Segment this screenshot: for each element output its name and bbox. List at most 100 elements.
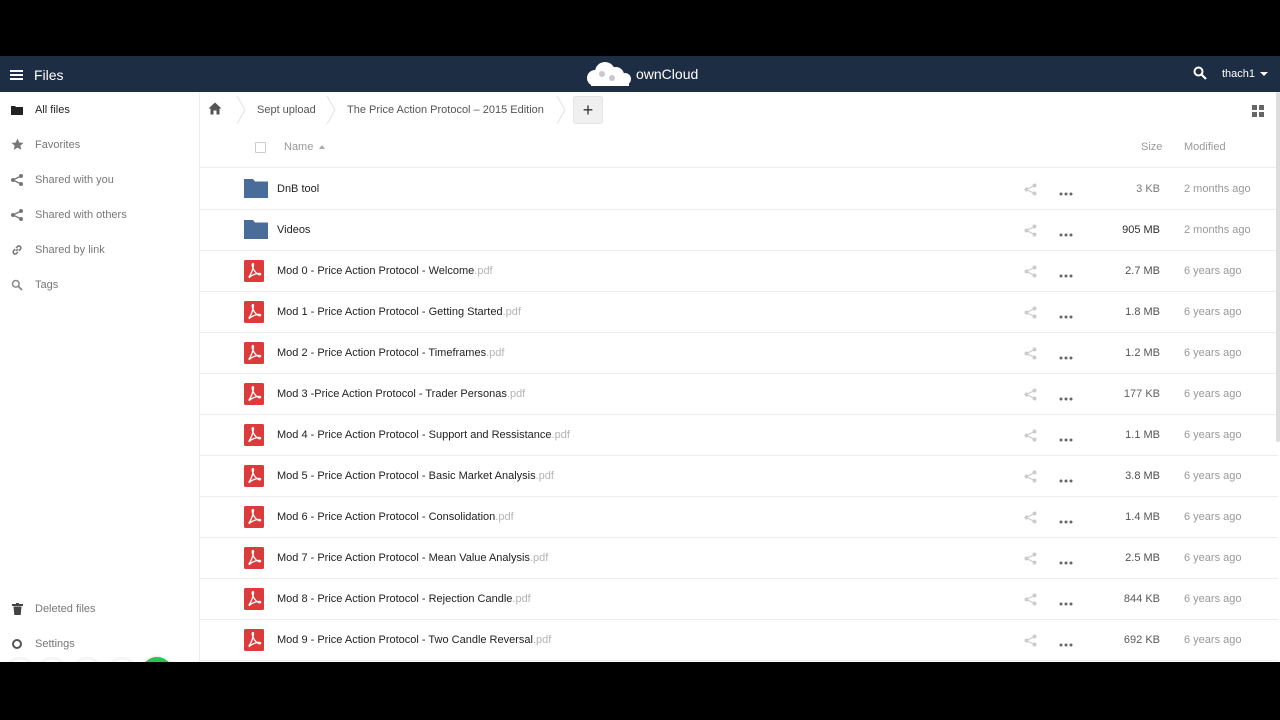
file-name[interactable]: Mod 5 - Price Action Protocol - Basic Ma… — [277, 456, 554, 496]
sort-ascending-icon — [319, 145, 326, 149]
pdf-icon[interactable] — [244, 547, 268, 569]
table-header: Name Size Modified — [200, 128, 1278, 168]
pdf-icon[interactable] — [244, 342, 268, 364]
more-actions-icon[interactable] — [1059, 597, 1073, 606]
share-icon[interactable] — [1024, 183, 1037, 196]
sidebar-item-shared-with-others[interactable]: Shared with others — [0, 197, 199, 232]
scrollbar[interactable] — [1276, 92, 1280, 442]
table-row[interactable]: Mod 1 - Price Action Protocol - Getting … — [200, 292, 1278, 333]
more-actions-icon[interactable] — [1059, 351, 1073, 360]
owncloud-logo[interactable]: ownCloud — [583, 61, 698, 87]
new-button[interactable]: + — [573, 96, 603, 124]
pdf-icon[interactable] — [244, 424, 268, 446]
share-icon[interactable] — [1024, 306, 1037, 319]
pdf-icon[interactable] — [244, 629, 268, 651]
file-extension: .pdf — [551, 429, 570, 441]
share-icon[interactable] — [1024, 593, 1037, 606]
pause-icon[interactable] — [108, 659, 136, 662]
more-actions-icon[interactable] — [1059, 269, 1073, 278]
more-actions-icon[interactable] — [1059, 433, 1073, 442]
pdf-icon[interactable] — [244, 465, 268, 487]
table-row[interactable]: Mod 0 - Price Action Protocol - Welcome.… — [200, 251, 1278, 292]
column-header-size[interactable]: Size — [1141, 141, 1162, 153]
sidebar-item-all-files[interactable]: All files — [0, 92, 199, 127]
file-size: 905 MB — [1122, 224, 1160, 236]
grid-view-icon[interactable] — [1252, 104, 1264, 117]
share-icon[interactable] — [1024, 224, 1037, 237]
pdf-icon[interactable] — [244, 588, 268, 610]
more-actions-icon[interactable] — [1059, 515, 1073, 524]
breadcrumb-separator — [556, 96, 566, 124]
breadcrumb-item-current[interactable]: The Price Action Protocol – 2015 Edition — [347, 92, 544, 128]
file-modified: 2 months ago — [1184, 224, 1251, 236]
share-icon[interactable] — [1024, 388, 1037, 401]
home-icon[interactable] — [208, 102, 222, 116]
table-row[interactable]: Mod 5 - Price Action Protocol - Basic Ma… — [200, 456, 1278, 497]
sidebar-item-shared-by-link[interactable]: Shared by link — [0, 232, 199, 267]
check-icon[interactable] — [141, 657, 173, 662]
more-icon[interactable] — [6, 659, 34, 662]
share-icon[interactable] — [1024, 511, 1037, 524]
username: thach1 — [1222, 68, 1256, 80]
file-name[interactable]: Mod 6 - Price Action Protocol - Consolid… — [277, 497, 514, 537]
column-header-name[interactable]: Name — [284, 141, 326, 153]
pdf-icon[interactable] — [244, 301, 268, 323]
sidebar-item-deleted-files[interactable]: Deleted files — [0, 591, 199, 626]
sidebar-item-shared-with-you[interactable]: Shared with you — [0, 162, 199, 197]
file-name[interactable]: Mod 7 - Price Action Protocol - Mean Val… — [277, 538, 548, 578]
folder-icon[interactable] — [244, 219, 268, 241]
table-row[interactable]: Mod 8 - Price Action Protocol - Rejectio… — [200, 579, 1278, 620]
file-name[interactable]: Videos — [277, 210, 310, 250]
folder-icon[interactable] — [244, 178, 268, 200]
table-row[interactable]: Videos 905 MB 2 months ago — [200, 210, 1278, 251]
file-name[interactable]: Mod 9 - Price Action Protocol - Two Cand… — [277, 620, 551, 660]
user-menu[interactable]: thach1 — [1222, 66, 1269, 82]
table-row[interactable]: Mod 6 - Price Action Protocol - Consolid… — [200, 497, 1278, 538]
share-icon[interactable] — [1024, 429, 1037, 442]
sidebar-item-tags[interactable]: Tags — [0, 267, 199, 302]
file-modified: 6 years ago — [1184, 388, 1242, 400]
app-menu-button[interactable]: Files — [10, 66, 80, 84]
share-icon[interactable] — [1024, 634, 1037, 647]
sidebar-item-settings[interactable]: Settings — [0, 626, 199, 661]
more-actions-icon[interactable] — [1059, 310, 1073, 319]
table-row[interactable]: Mod 4 - Price Action Protocol - Support … — [200, 415, 1278, 456]
file-modified: 6 years ago — [1184, 429, 1242, 441]
table-row[interactable]: Mod 3 -Price Action Protocol - Trader Pe… — [200, 374, 1278, 415]
more-actions-icon[interactable] — [1059, 392, 1073, 401]
share-icon[interactable] — [1024, 470, 1037, 483]
more-actions-icon[interactable] — [1059, 228, 1073, 237]
file-name-text: Mod 4 - Price Action Protocol - Support … — [277, 429, 552, 441]
share-icon[interactable] — [1024, 265, 1037, 278]
more-actions-icon[interactable] — [1059, 638, 1073, 647]
more-actions-icon[interactable] — [1059, 556, 1073, 565]
file-name[interactable]: Mod 8 - Price Action Protocol - Rejectio… — [277, 579, 531, 619]
more-actions-icon[interactable] — [1059, 187, 1073, 196]
column-header-modified[interactable]: Modified — [1184, 141, 1226, 153]
brand-name: ownCloud — [636, 66, 699, 82]
breadcrumb-item[interactable]: Sept upload — [257, 92, 316, 128]
pdf-icon[interactable] — [244, 383, 268, 405]
file-name[interactable]: Mod 0 - Price Action Protocol - Welcome.… — [277, 251, 493, 291]
file-name[interactable]: DnB tool — [277, 169, 319, 209]
more-actions-icon[interactable] — [1059, 474, 1073, 483]
table-row[interactable]: Mod 7 - Price Action Protocol - Mean Val… — [200, 538, 1278, 579]
sidebar-item-favorites[interactable]: Favorites — [0, 127, 199, 162]
pdf-icon[interactable] — [244, 260, 268, 282]
table-row[interactable]: DnB tool 3 KB 2 months ago — [200, 169, 1278, 210]
file-name[interactable]: Mod 3 -Price Action Protocol - Trader Pe… — [277, 374, 525, 414]
select-all-checkbox[interactable] — [255, 142, 266, 153]
table-row[interactable]: Mod 2 - Price Action Protocol - Timefram… — [200, 333, 1278, 374]
pdf-icon[interactable] — [244, 506, 268, 528]
camera-icon[interactable] — [38, 659, 66, 662]
file-name[interactable]: Mod 4 - Price Action Protocol - Support … — [277, 415, 570, 455]
close-icon[interactable] — [73, 659, 101, 662]
tag-search-icon — [10, 278, 24, 292]
file-name[interactable]: Mod 1 - Price Action Protocol - Getting … — [277, 292, 521, 332]
share-icon[interactable] — [1024, 552, 1037, 565]
table-row[interactable]: Mod 9 - Price Action Protocol - Two Cand… — [200, 620, 1278, 661]
share-icon[interactable] — [1024, 347, 1037, 360]
search-icon[interactable] — [1193, 66, 1209, 82]
file-name[interactable]: Mod 2 - Price Action Protocol - Timefram… — [277, 333, 504, 373]
file-modified: 2 months ago — [1184, 183, 1251, 195]
